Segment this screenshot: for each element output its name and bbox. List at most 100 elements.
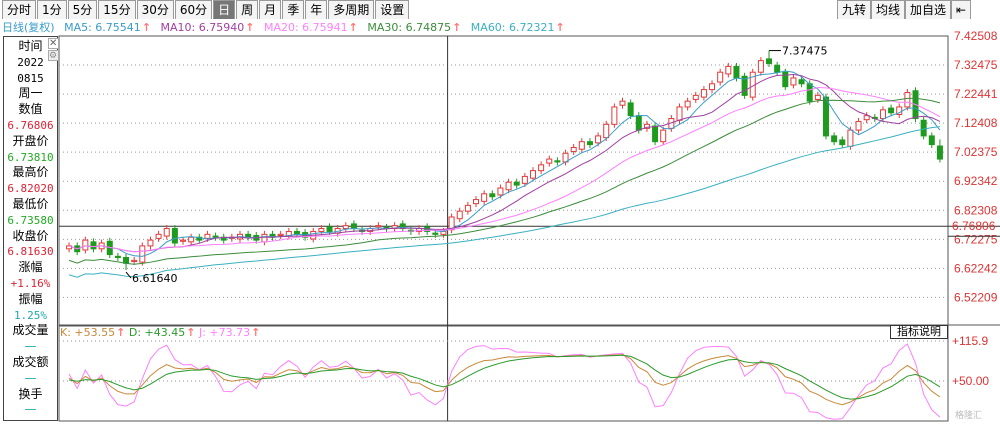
tab-11[interactable]: 多周期 [328, 0, 375, 19]
candle-body [570, 146, 577, 153]
open-label: 开盘价 [12, 133, 49, 148]
candle-body [879, 109, 886, 120]
add-watchlist-button[interactable]: 加自选 [905, 0, 952, 19]
tab-9[interactable]: 季 [282, 0, 305, 19]
candle-body [847, 129, 854, 147]
tab-1[interactable]: 1分 [37, 0, 67, 19]
candle-body [855, 120, 862, 131]
tab-6[interactable]: 日 [213, 0, 236, 19]
indicator-explain-button[interactable]: 指标说明 [890, 325, 948, 339]
nine-turn-button[interactable]: 九转 [837, 0, 872, 19]
tab-3[interactable]: 15分 [98, 0, 136, 19]
low-marker-line [125, 271, 132, 279]
kdj-axis-label: +50.00 [952, 374, 989, 388]
kdj-legend: K: +53.55↑ D: +43.45↑ J: +73.73↑ [60, 326, 260, 339]
ma-button[interactable]: 均线 [871, 0, 906, 19]
candle-body [920, 119, 927, 137]
amplitude-label: 振幅 [18, 291, 43, 306]
ma20-line [68, 87, 941, 253]
candle-body [652, 125, 659, 143]
price-chart[interactable]: 7.42508 7.32475 7.22441 7.12408 7.02375 6.923… [0, 0, 1000, 426]
price-axis-label: 6.52209 [954, 290, 998, 304]
candle-body [188, 236, 195, 243]
candle-body [342, 225, 349, 230]
candle-body [114, 255, 121, 258]
tab-4[interactable]: 30分 [136, 0, 174, 19]
candle-body [676, 106, 683, 121]
candle-body [456, 210, 463, 220]
data-window: 时间 2022 0815 周一 数值 6.76806 开盘价 6.73810 最… [3, 36, 58, 421]
candle-body [204, 233, 211, 239]
weekday: 周一 [18, 86, 43, 101]
amount-value: — [24, 370, 37, 385]
tab-2[interactable]: 5分 [67, 0, 98, 19]
watermark: 格隆汇 [955, 411, 983, 421]
candle-body [505, 181, 512, 191]
candle-body [529, 170, 536, 179]
candle-body [863, 115, 870, 121]
high-value: 6.82020 [7, 182, 54, 196]
candle-body [497, 187, 504, 196]
tab-10[interactable]: 年 [305, 0, 328, 19]
close-label: 收盘价 [12, 228, 49, 243]
amount-label: 成交额 [12, 354, 49, 369]
collapse-panel-icon[interactable]: ⇤ [951, 0, 972, 19]
candle-body [611, 106, 618, 125]
tab-12[interactable]: 设置 [375, 0, 410, 19]
candle-body [163, 228, 170, 237]
candle-body [318, 228, 325, 232]
ma5-value: MA5: 6.75541↑ [64, 21, 152, 34]
crosshair-value: 6.76806 [952, 219, 996, 233]
candle-body [888, 107, 895, 114]
j-line [68, 343, 941, 420]
candle-body [171, 228, 178, 244]
candle-body [814, 94, 821, 100]
candle-body [432, 232, 439, 235]
d-value: D: +43.45↑ [128, 326, 196, 339]
candle-body [546, 158, 553, 164]
candle-body [578, 141, 585, 150]
tab-7[interactable]: 周 [236, 0, 259, 19]
candle-body [464, 204, 471, 212]
candle-body [180, 239, 187, 242]
tab-5[interactable]: 60分 [174, 0, 213, 19]
candle-body [261, 233, 268, 243]
amplitude-value: 1.25% [13, 308, 48, 322]
candle-body [782, 71, 789, 88]
candle-body [513, 181, 520, 186]
candle-body [822, 96, 829, 137]
ma60-line [68, 126, 940, 278]
tab-8[interactable]: 月 [259, 0, 282, 19]
volume-value: — [24, 339, 37, 354]
candle-body [586, 141, 593, 146]
low-annotation: 6.61640 [132, 272, 178, 285]
price-axis-label: 6.72275 [954, 232, 998, 246]
date: 0815 [17, 71, 44, 85]
ma60-value: MA60: 6.72321↑ [470, 21, 565, 34]
ma10-value: MA10: 6.75940↑ [160, 21, 255, 34]
close-icon[interactable]: ✕ [48, 38, 59, 49]
price-axis-label: 6.92342 [954, 174, 998, 188]
candle-body [627, 102, 634, 117]
price-axis-label: 7.12408 [954, 116, 998, 130]
high-label: 最高价 [12, 165, 49, 180]
candle-body [725, 65, 732, 75]
candle-body [928, 135, 935, 146]
price-axis-label: 6.62242 [954, 261, 998, 275]
candle-body [481, 193, 488, 202]
candle-body [147, 239, 154, 247]
candle-body [831, 135, 838, 143]
candle-body [798, 79, 805, 85]
low-value: 6.73580 [7, 213, 54, 227]
change-label: 涨幅 [18, 260, 43, 275]
candle-body [277, 233, 284, 236]
candle-body [619, 100, 626, 106]
price-axis-label: 6.82308 [954, 203, 998, 217]
change-value: +1.16% [10, 276, 51, 290]
tab-0[interactable]: 分时 [2, 0, 37, 19]
price-axis-label: 7.32475 [954, 58, 998, 72]
gear-icon[interactable]: ⚙ [48, 50, 59, 61]
candle-body [766, 58, 773, 65]
indicator-pane-frame [58, 325, 949, 422]
candle-body [554, 160, 561, 163]
